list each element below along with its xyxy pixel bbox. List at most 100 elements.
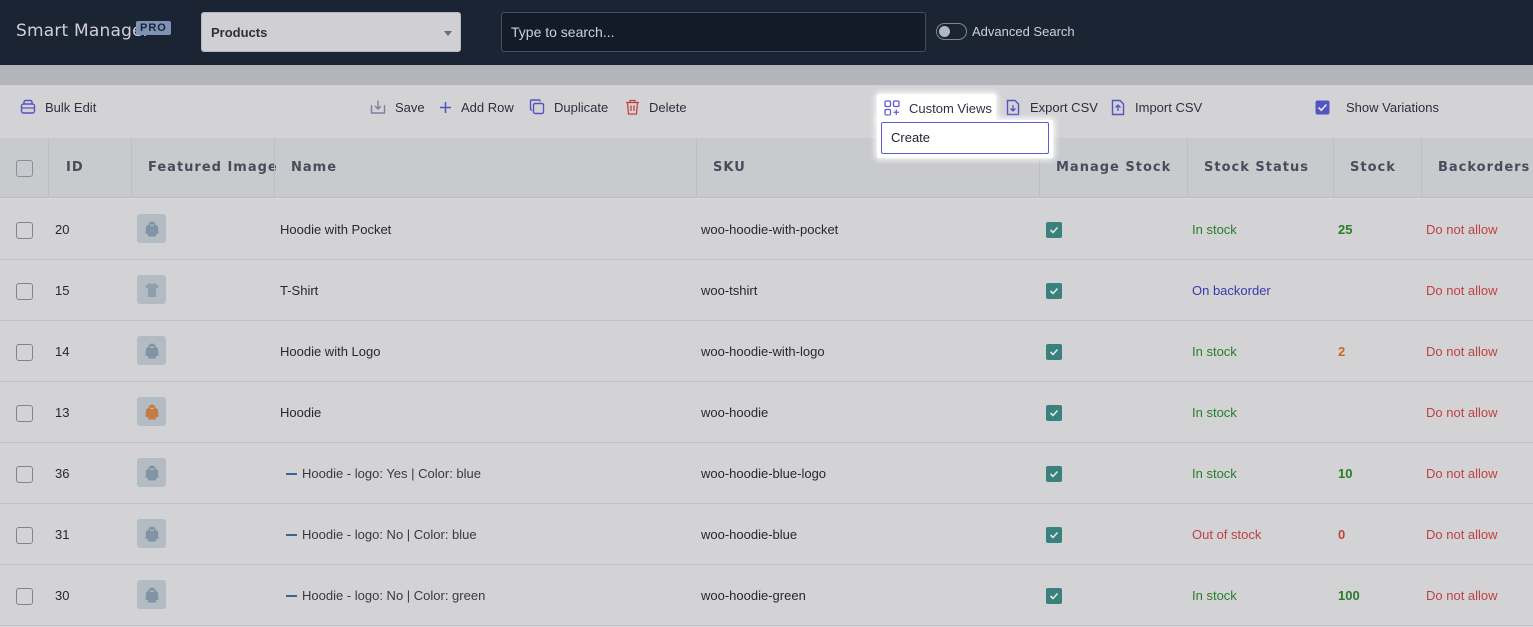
custom-views-create-item[interactable]: Create xyxy=(881,122,1049,154)
cell-stock[interactable]: 10 xyxy=(1338,443,1352,504)
dashboard-select[interactable]: Products xyxy=(201,12,461,52)
cell-backorders[interactable]: Do not allow xyxy=(1426,382,1498,443)
dashboard-select-value: Products xyxy=(211,25,268,40)
duplicate-button[interactable]: Duplicate xyxy=(529,85,608,129)
cell-name[interactable]: Hoodie - logo: No | Color: green xyxy=(286,565,485,626)
custom-views-menu: Create xyxy=(877,120,1053,158)
custom-views-icon xyxy=(884,100,909,116)
product-thumbnail[interactable] xyxy=(137,214,166,243)
custom-views-label: Custom Views xyxy=(909,100,992,116)
manage-stock-checkbox[interactable] xyxy=(1046,344,1062,360)
cell-stock[interactable]: 100 xyxy=(1338,565,1360,626)
column-header-stock[interactable]: Stock xyxy=(1350,138,1396,198)
cell-stock-status[interactable]: In stock xyxy=(1192,321,1237,382)
bulk-edit-button[interactable]: Bulk Edit xyxy=(20,85,96,129)
column-header-backorders[interactable]: Backorders xyxy=(1438,138,1530,198)
cell-name[interactable]: Hoodie xyxy=(280,382,321,443)
show-variations-checkbox[interactable]: Show Variations xyxy=(1315,85,1439,129)
column-header-stock-status[interactable]: Stock Status xyxy=(1204,138,1309,198)
cell-backorders[interactable]: Do not allow xyxy=(1426,504,1498,565)
duplicate-icon xyxy=(529,99,554,115)
product-name: Hoodie - logo: No | Color: blue xyxy=(302,527,477,542)
save-button[interactable]: Save xyxy=(370,85,425,129)
row-select-checkbox[interactable] xyxy=(16,588,33,605)
add-row-label: Add Row xyxy=(461,99,514,115)
cell-stock-status[interactable]: In stock xyxy=(1192,382,1237,443)
product-thumbnail[interactable] xyxy=(137,580,166,609)
column-header-id[interactable]: ID xyxy=(66,138,84,198)
cell-sku[interactable]: woo-hoodie-with-pocket xyxy=(701,199,838,260)
row-select-checkbox[interactable] xyxy=(16,527,33,544)
hoodie-orange-thumbnail-icon xyxy=(143,403,161,421)
column-header-manage-stock[interactable]: Manage Stock xyxy=(1056,138,1171,198)
row-select-checkbox[interactable] xyxy=(16,283,33,300)
select-all-checkbox[interactable] xyxy=(16,160,33,177)
cell-sku[interactable]: woo-hoodie-green xyxy=(701,565,806,626)
cell-sku[interactable]: woo-hoodie xyxy=(701,382,768,443)
custom-views-button[interactable]: Custom Views xyxy=(877,94,996,122)
manage-stock-checkbox[interactable] xyxy=(1046,283,1062,299)
column-header-name[interactable]: Name xyxy=(291,138,337,198)
cell-stock-status[interactable]: In stock xyxy=(1192,199,1237,260)
table-header: ID Featured Image Name SKU Manage Stock … xyxy=(0,138,1533,198)
cell-name[interactable]: Hoodie with Logo xyxy=(280,321,380,382)
table-row[interactable]: 20 Hoodie with Pocket woo-hoodie-with-pock… xyxy=(0,199,1533,260)
product-thumbnail[interactable] xyxy=(137,519,166,548)
cell-backorders[interactable]: Do not allow xyxy=(1426,260,1498,321)
cell-name[interactable]: Hoodie - logo: Yes | Color: blue xyxy=(286,443,481,504)
cell-stock[interactable]: 0 xyxy=(1338,504,1345,565)
product-name: Hoodie with Logo xyxy=(280,344,381,359)
header-divider-band xyxy=(0,65,1533,85)
cell-backorders[interactable]: Do not allow xyxy=(1426,443,1498,504)
manage-stock-checkbox[interactable] xyxy=(1046,527,1062,543)
cell-name[interactable]: Hoodie with Pocket xyxy=(280,199,391,260)
cell-backorders[interactable]: Do not allow xyxy=(1426,565,1498,626)
row-select-checkbox[interactable] xyxy=(16,344,33,361)
cell-stock[interactable]: 2 xyxy=(1338,321,1345,382)
toggle-knob xyxy=(939,26,950,37)
manage-stock-checkbox[interactable] xyxy=(1046,405,1062,421)
product-thumbnail[interactable] xyxy=(137,275,166,304)
cell-sku[interactable]: woo-hoodie-blue-logo xyxy=(701,443,826,504)
column-divider xyxy=(1333,138,1334,198)
advanced-search-toggle[interactable] xyxy=(936,23,967,40)
table-row[interactable]: 13 Hoodie woo-hoodie In stock Do not allow xyxy=(0,382,1533,443)
cell-sku[interactable]: woo-tshirt xyxy=(701,260,757,321)
product-thumbnail[interactable] xyxy=(137,458,166,487)
cell-sku[interactable]: woo-hoodie-with-logo xyxy=(701,321,825,382)
cell-name[interactable]: T-Shirt xyxy=(280,260,318,321)
product-thumbnail[interactable] xyxy=(137,397,166,426)
row-select-checkbox[interactable] xyxy=(16,466,33,483)
table-row[interactable]: 15 T-Shirt woo-tshirt On backorder Do not al… xyxy=(0,260,1533,321)
cell-stock-status[interactable]: In stock xyxy=(1192,565,1237,626)
manage-stock-checkbox[interactable] xyxy=(1046,466,1062,482)
cell-backorders[interactable]: Do not allow xyxy=(1426,199,1498,260)
cell-name[interactable]: Hoodie - logo: No | Color: blue xyxy=(286,504,477,565)
cell-stock[interactable]: 25 xyxy=(1338,199,1352,260)
manage-stock-checkbox[interactable] xyxy=(1046,222,1062,238)
hoodie-thumbnail-icon xyxy=(143,220,161,238)
add-row-button[interactable]: Add Row xyxy=(439,85,514,129)
product-thumbnail[interactable] xyxy=(137,336,166,365)
cell-sku[interactable]: woo-hoodie-blue xyxy=(701,504,797,565)
row-select-checkbox[interactable] xyxy=(16,222,33,239)
search-input[interactable] xyxy=(501,12,926,52)
cell-stock-status[interactable]: On backorder xyxy=(1192,260,1271,321)
cell-id: 31 xyxy=(55,527,70,542)
row-select-checkbox[interactable] xyxy=(16,405,33,422)
column-header-featured-image[interactable]: Featured Image xyxy=(148,138,278,198)
column-header-sku[interactable]: SKU xyxy=(713,138,746,198)
manage-stock-checkbox[interactable] xyxy=(1046,588,1062,604)
import-csv-button[interactable]: Import CSV xyxy=(1110,85,1202,129)
table-row[interactable]: 31 Hoodie - logo: No | Color: blue woo-hoo… xyxy=(0,504,1533,565)
cell-stock-status[interactable]: Out of stock xyxy=(1192,504,1261,565)
table-row[interactable]: 14 Hoodie with Logo woo-hoodie-with-logo In… xyxy=(0,321,1533,382)
delete-button[interactable]: Delete xyxy=(625,85,687,129)
save-icon xyxy=(370,99,395,115)
cell-backorders[interactable]: Do not allow xyxy=(1426,321,1498,382)
plus-icon xyxy=(439,101,461,114)
cell-id: 15 xyxy=(55,283,70,298)
cell-stock-status[interactable]: In stock xyxy=(1192,443,1237,504)
table-row[interactable]: 30 Hoodie - logo: No | Color: green woo-ho… xyxy=(0,565,1533,626)
table-row[interactable]: 36 Hoodie - logo: Yes | Color: blue woo-ho… xyxy=(0,443,1533,504)
